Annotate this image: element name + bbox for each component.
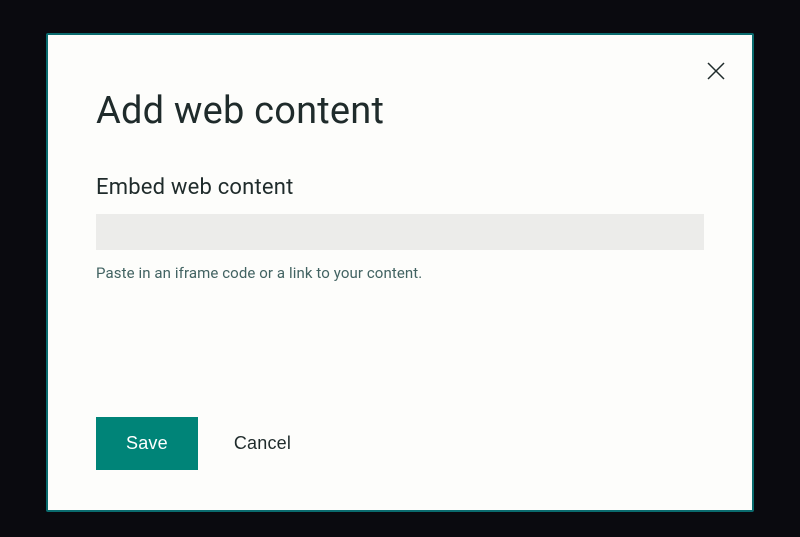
close-button[interactable] [702,57,730,85]
modal-title: Add web content [96,89,704,133]
embed-helper-text: Paste in an iframe code or a link to you… [96,264,704,282]
close-icon [706,61,726,81]
button-row: Save Cancel [96,417,291,470]
add-web-content-modal: Add web content Embed web content Paste … [46,33,754,512]
cancel-button[interactable]: Cancel [234,433,291,454]
save-button[interactable]: Save [96,417,198,470]
embed-section-label: Embed web content [96,175,704,200]
embed-input[interactable] [96,214,704,250]
